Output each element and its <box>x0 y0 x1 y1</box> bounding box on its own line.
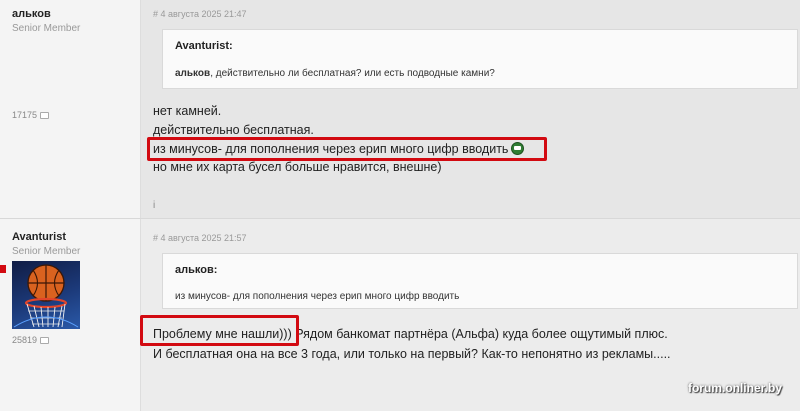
quote-text: из минусов- для пополнения через ерип мн… <box>175 291 460 302</box>
author-username[interactable]: Avanturist <box>12 231 66 243</box>
quote-text: альков, действительно ли бесплатная? или… <box>175 68 495 79</box>
highlight-box <box>147 137 547 161</box>
author-role: Senior Member <box>12 246 81 257</box>
info-mark: i <box>153 200 156 211</box>
author-username[interactable]: альков <box>12 8 51 20</box>
post-permalink-date[interactable]: # 4 августа 2025 21:47 <box>153 9 247 19</box>
quote-mention: альков <box>175 68 211 79</box>
forum-post: Avanturist Senior Member 25819 # 4 авгус… <box>0 218 800 411</box>
post-count-value: 25819 <box>12 335 38 345</box>
message-icon <box>40 111 50 119</box>
quote-block: Avanturist: альков, действительно ли бес… <box>162 29 798 89</box>
post-text-line: нет камней. <box>153 104 222 118</box>
forum-post: альков Senior Member 17175 # 4 августа 2… <box>0 0 800 218</box>
new-post-marker <box>0 265 6 273</box>
post-text-line: И бесплатная она на все 3 года, или толь… <box>153 347 671 361</box>
avatar[interactable] <box>12 261 80 329</box>
basketball-hoop-icon <box>13 264 79 328</box>
post-text-line: но мне их карта бусел больше нравится, в… <box>153 160 442 174</box>
post-author-sidebar: Avanturist Senior Member 25819 <box>0 219 141 411</box>
post-author-sidebar: альков Senior Member 17175 <box>0 0 141 218</box>
author-role: Senior Member <box>12 23 81 34</box>
post-permalink-date[interactable]: # 4 августа 2025 21:57 <box>153 233 247 243</box>
quote-author: Avanturist: <box>175 40 233 52</box>
post-content: # 4 августа 2025 21:47 Avanturist: алько… <box>141 0 800 218</box>
site-watermark: forum.onliner.by <box>687 381 782 395</box>
post-text-line: действительно бесплатная. <box>153 123 314 137</box>
quote-body: , действительно ли бесплатная? или есть … <box>210 68 495 79</box>
highlight-box <box>140 315 299 346</box>
message-icon <box>40 336 50 344</box>
quote-block: альков: из минусов- для пополнения через… <box>162 253 798 309</box>
quote-author: альков: <box>175 264 218 276</box>
author-post-count[interactable]: 25819 <box>12 335 50 345</box>
author-post-count[interactable]: 17175 <box>12 110 50 120</box>
post-count-value: 17175 <box>12 110 38 120</box>
